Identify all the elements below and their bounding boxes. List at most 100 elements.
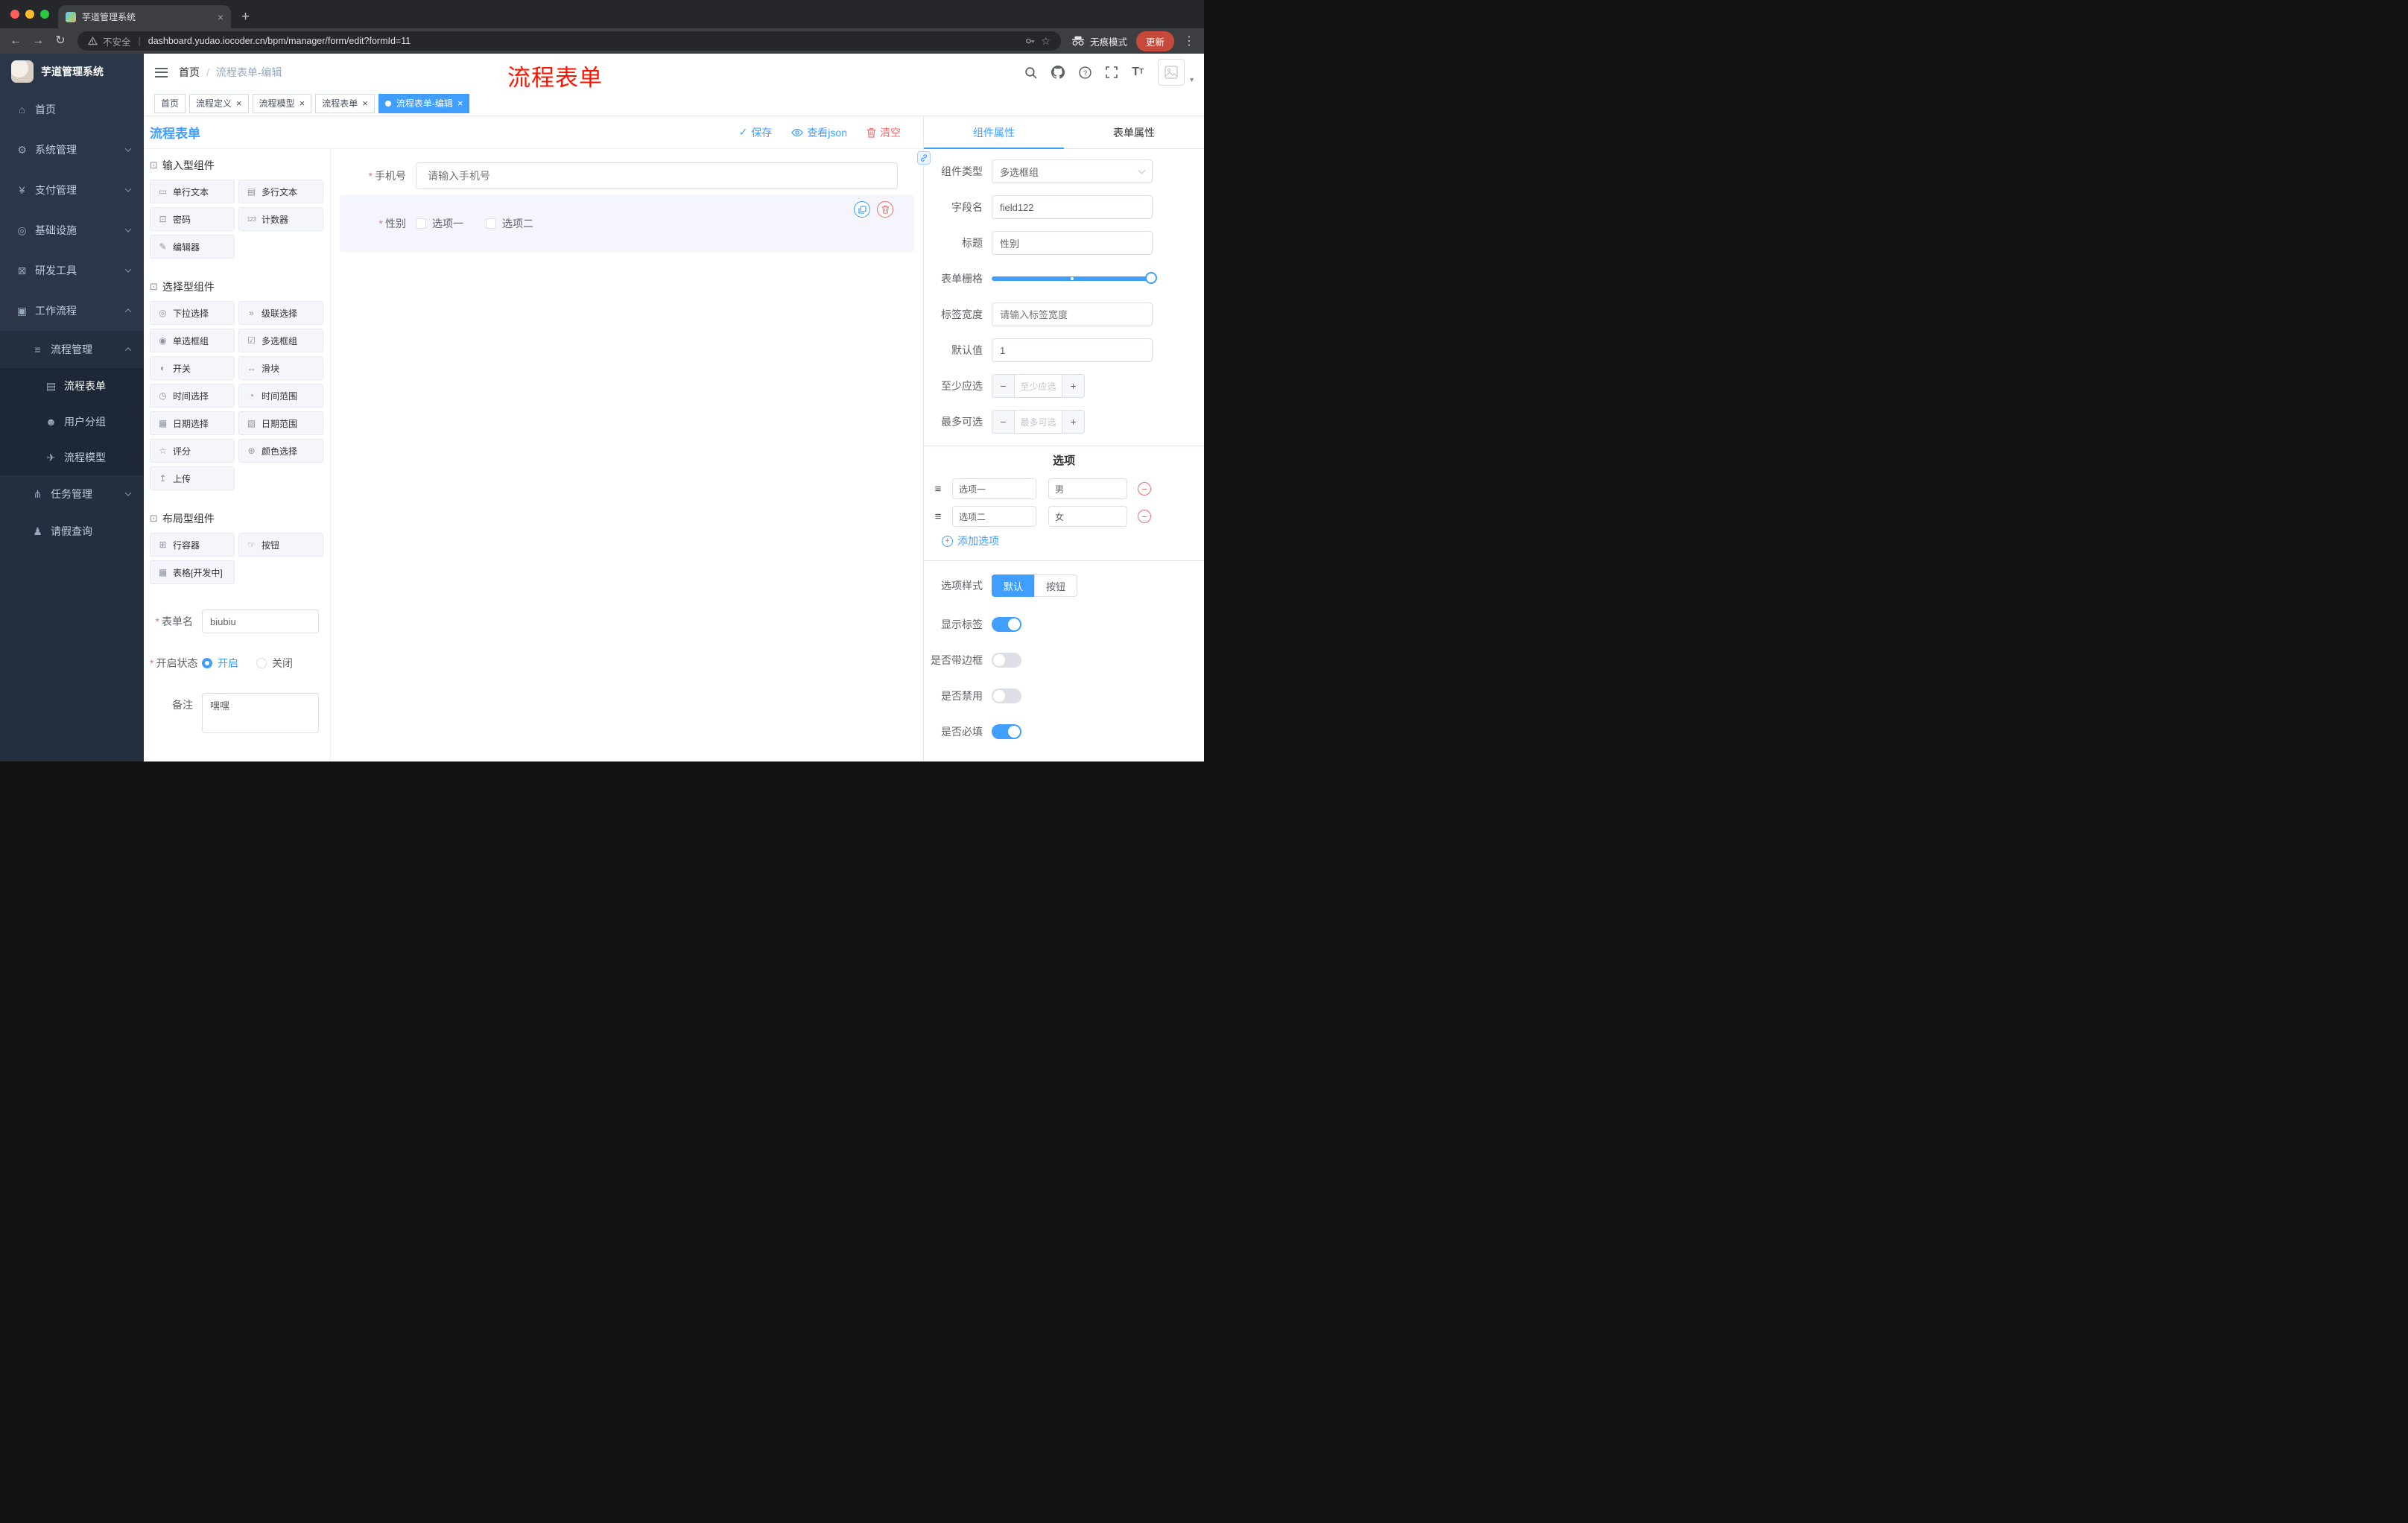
sidebar-item-leave-query[interactable]: ♟ 请假查询: [0, 513, 144, 550]
url-text[interactable]: dashboard.yudao.iocoder.cn/bpm/manager/f…: [148, 36, 411, 46]
gender-option-2-checkbox[interactable]: 选项二: [486, 216, 533, 231]
palette-item-radio-group[interactable]: ◉ 单选框组: [150, 329, 235, 352]
phone-field[interactable]: 手机号: [340, 162, 914, 189]
close-window-button[interactable]: [10, 10, 19, 19]
bookmark-star-icon[interactable]: ☆: [1041, 35, 1051, 48]
back-icon[interactable]: ←: [9, 34, 22, 48]
palette-item-row-container[interactable]: ⊞ 行容器: [150, 533, 235, 557]
palette-item-upload[interactable]: ↥ 上传: [150, 466, 235, 490]
palette-item-editor[interactable]: ✎ 编辑器: [150, 235, 235, 259]
copy-field-button[interactable]: [854, 201, 870, 218]
sidebar-item-workflow[interactable]: ▣ 工作流程: [0, 291, 144, 331]
tag-close-icon[interactable]: ×: [457, 98, 463, 108]
view-json-button[interactable]: 查看json: [791, 125, 847, 140]
palette-item-multi-line[interactable]: ▤ 多行文本: [238, 180, 323, 203]
add-option-button[interactable]: + 添加选项: [924, 533, 1204, 548]
palette-item-counter[interactable]: 123 计数器: [238, 207, 323, 231]
browser-update-button[interactable]: 更新: [1135, 31, 1174, 51]
zoom-window-button[interactable]: [40, 10, 49, 19]
new-tab-button[interactable]: +: [241, 10, 250, 24]
security-label[interactable]: 不安全: [103, 34, 131, 48]
palette-item-time-range[interactable]: ◔ 时间范围: [238, 384, 323, 408]
style-button-button[interactable]: 按钮: [1034, 574, 1078, 597]
sidebar-item-home[interactable]: ⌂ 首页: [0, 89, 144, 130]
option-label-input[interactable]: [952, 506, 1036, 527]
address-bar[interactable]: 不安全 | dashboard.yudao.iocoder.cn/bpm/man…: [77, 31, 1061, 51]
option-value-input[interactable]: [1048, 478, 1127, 499]
sidebar-item-task-manage[interactable]: ⋔ 任务管理: [0, 475, 144, 513]
show-label-toggle[interactable]: [992, 617, 1021, 632]
app-logo[interactable]: 芋道管理系统: [0, 54, 144, 89]
palette-item-time-picker[interactable]: ◷ 时间选择: [150, 384, 235, 408]
required-toggle[interactable]: [992, 724, 1021, 739]
phone-input[interactable]: [416, 162, 898, 189]
palette-item-select[interactable]: ◎ 下拉选择: [150, 301, 235, 325]
drag-handle-icon[interactable]: ≡: [932, 483, 944, 495]
palette-item-date-picker[interactable]: ▦ 日期选择: [150, 411, 235, 435]
sidebar-item-process-model[interactable]: ✈ 流程模型: [0, 440, 144, 475]
border-toggle[interactable]: [992, 653, 1021, 668]
sidebar-item-user-group[interactable]: ☻ 用户分组: [0, 404, 144, 440]
status-off-radio[interactable]: 关闭: [256, 651, 293, 675]
max-select-value[interactable]: 最多可选: [1014, 411, 1062, 433]
clear-button[interactable]: 清空: [866, 125, 901, 140]
save-button[interactable]: ✓ 保存: [739, 125, 773, 140]
tag-close-icon[interactable]: ×: [236, 98, 242, 108]
form-name-input[interactable]: [202, 609, 319, 633]
font-size-icon[interactable]: TT: [1132, 66, 1144, 78]
minus-icon[interactable]: −: [992, 411, 1014, 433]
browser-tab[interactable]: 芋道管理系统 ×: [58, 5, 231, 28]
sidebar-item-payment[interactable]: ¥ 支付管理: [0, 170, 144, 210]
palette-item-password[interactable]: ⊡ 密码: [150, 207, 235, 231]
default-value-input[interactable]: [992, 338, 1153, 362]
drag-handle-icon[interactable]: ≡: [932, 510, 944, 523]
sidebar-item-process-form[interactable]: ▤ 流程表单: [0, 368, 144, 404]
breadcrumb-home[interactable]: 首页: [179, 65, 200, 80]
remove-option-button[interactable]: −: [1138, 482, 1151, 495]
palette-item-cascader[interactable]: » 级联选择: [238, 301, 323, 325]
sidebar-item-devtools[interactable]: ⊠ 研发工具: [0, 250, 144, 291]
form-remark-textarea[interactable]: 嘿嘿: [202, 693, 319, 733]
reload-icon[interactable]: ↻: [54, 34, 67, 48]
palette-item-rate[interactable]: ☆ 评分: [150, 439, 235, 463]
hamburger-icon[interactable]: [144, 67, 179, 77]
style-default-button[interactable]: 默认: [992, 574, 1035, 597]
component-type-select[interactable]: 多选框组: [992, 159, 1153, 183]
tag-close-icon[interactable]: ×: [362, 98, 368, 108]
disabled-toggle[interactable]: [992, 688, 1021, 703]
plus-icon[interactable]: +: [1062, 411, 1084, 433]
user-menu[interactable]: ▼: [1158, 59, 1195, 86]
grid-slider[interactable]: [992, 267, 1157, 291]
sidebar-item-infrastructure[interactable]: ◎ 基础设施: [0, 210, 144, 250]
slider-handle[interactable]: [1145, 272, 1157, 284]
palette-item-color-picker[interactable]: ⊛ 颜色选择: [238, 439, 323, 463]
title-input[interactable]: [992, 231, 1153, 255]
search-icon[interactable]: [1024, 66, 1037, 79]
tag-process-model[interactable]: 流程模型 ×: [252, 93, 312, 113]
option-label-input[interactable]: [952, 478, 1036, 499]
palette-item-table[interactable]: ▦ 表格[开发中]: [150, 560, 235, 584]
plus-icon[interactable]: +: [1062, 375, 1084, 397]
tab-close-icon[interactable]: ×: [218, 12, 224, 22]
tag-close-icon[interactable]: ×: [300, 98, 305, 108]
help-icon[interactable]: ?: [1079, 66, 1091, 79]
option-value-input[interactable]: [1048, 506, 1127, 527]
browser-menu-icon[interactable]: ⋮: [1183, 34, 1195, 48]
delete-field-button[interactable]: [877, 201, 893, 218]
palette-item-switch[interactable]: ◐ 开关: [150, 356, 235, 380]
forward-icon[interactable]: →: [31, 34, 45, 48]
palette-item-slider[interactable]: ↔ 滑块: [238, 356, 323, 380]
tag-process-form[interactable]: 流程表单 ×: [315, 93, 375, 113]
fullscreen-icon[interactable]: [1106, 66, 1118, 78]
link-icon[interactable]: [917, 151, 931, 165]
field-name-input[interactable]: [992, 195, 1153, 219]
sidebar-item-process-manage[interactable]: ≡ 流程管理: [0, 331, 144, 368]
palette-item-date-range[interactable]: ▧ 日期范围: [238, 411, 323, 435]
min-select-value[interactable]: 至少应选: [1014, 375, 1062, 397]
password-key-icon[interactable]: [1025, 36, 1036, 46]
status-on-radio[interactable]: 开启: [202, 651, 238, 675]
palette-item-single-line[interactable]: ▭ 单行文本: [150, 180, 235, 203]
palette-item-checkbox-group[interactable]: ☑ 多选框组: [238, 329, 323, 352]
github-icon[interactable]: [1051, 66, 1065, 79]
gender-field-selected[interactable]: 性别 选项一 选项二: [340, 195, 914, 252]
